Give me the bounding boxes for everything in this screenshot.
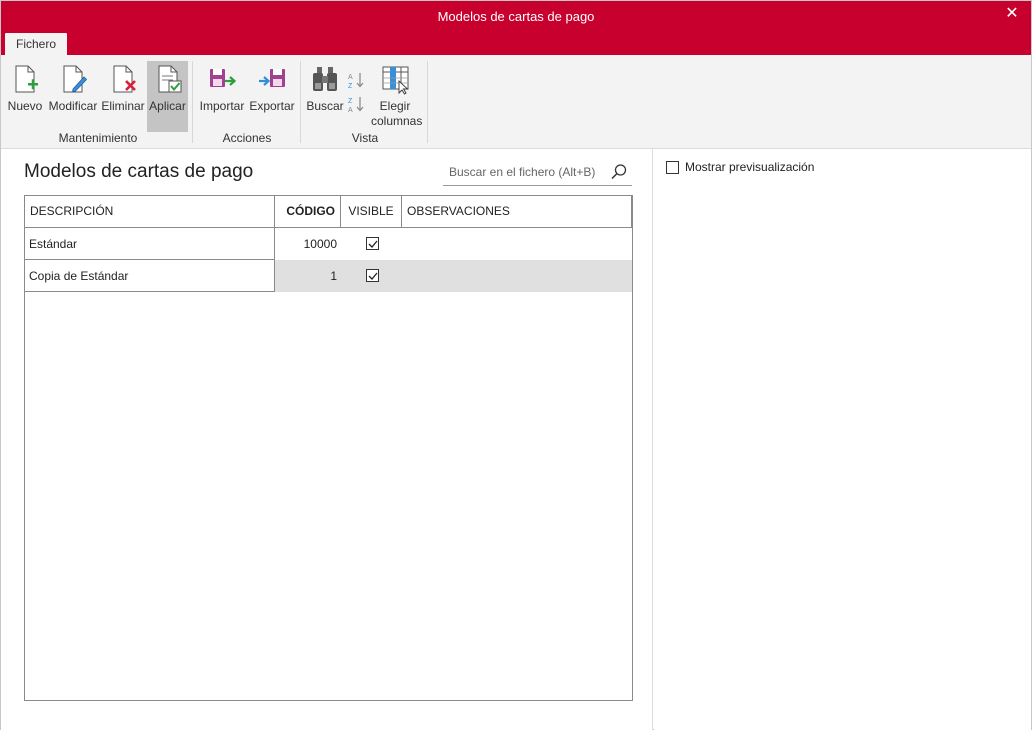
column-header-descripcion[interactable]: DESCRIPCIÓN	[25, 196, 275, 227]
buscar-label: Buscar	[306, 99, 344, 113]
elegir-columnas-button[interactable]: Elegir columnas	[371, 61, 423, 129]
check-icon	[368, 240, 378, 248]
eliminar-label: Eliminar	[101, 99, 145, 113]
preview-label[interactable]: Mostrar previsualización	[685, 160, 814, 174]
preview-panel: Mostrar previsualización	[654, 149, 1031, 730]
sort-descending-icon[interactable]: Z A	[347, 95, 365, 113]
visible-checkbox[interactable]	[366, 269, 379, 282]
apply-document-icon	[158, 65, 181, 93]
preview-checkbox[interactable]	[666, 161, 679, 174]
ribbon: Nuevo Modificar Eliminar Aplicar Manteni…	[1, 55, 1031, 149]
elegir-columnas-label-line1: Elegir	[379, 99, 411, 113]
binoculars-icon	[313, 67, 337, 91]
column-header-observaciones[interactable]: OBSERVACIONES	[402, 196, 632, 227]
page-title: Modelos de cartas de pago	[24, 161, 254, 182]
ribbon-group-acciones: Importar Exportar Acciones	[195, 59, 299, 147]
search-box	[443, 159, 632, 186]
table-row[interactable]: Copia de Estándar 1	[25, 260, 632, 292]
export-icon	[259, 69, 285, 87]
svg-text:Z: Z	[348, 98, 353, 105]
elegir-columnas-label: Elegir columnas	[371, 99, 423, 129]
import-icon	[210, 69, 237, 87]
title-bar: Modelos de cartas de pago ✕ Fichero	[1, 1, 1031, 55]
table-header: DESCRIPCIÓN CÓDIGO VISIBLE OBSERVACIONES	[25, 196, 632, 228]
ribbon-separator	[300, 61, 301, 143]
ribbon-separator	[192, 61, 193, 143]
sort-ascending-icon[interactable]: A Z	[347, 71, 365, 89]
elegir-columnas-label-line2: columnas	[371, 114, 423, 128]
modificar-label: Modificar	[48, 99, 98, 113]
new-document-icon	[15, 65, 38, 93]
search-input[interactable]	[449, 163, 604, 181]
cell-descripcion: Estándar	[29, 237, 78, 251]
column-header-codigo[interactable]: CÓDIGO	[275, 196, 341, 227]
exportar-button[interactable]: Exportar	[248, 61, 296, 129]
cell-codigo: 1	[330, 269, 337, 283]
exportar-label: Exportar	[249, 99, 295, 113]
importar-label: Importar	[199, 99, 245, 113]
svg-text:A: A	[348, 107, 353, 113]
column-header-visible[interactable]: VISIBLE	[341, 196, 402, 227]
app-window: Modelos de cartas de pago ✕ Fichero Nuev…	[0, 0, 1032, 730]
ribbon-separator	[427, 61, 428, 143]
group-label-vista: Vista	[351, 131, 379, 145]
cell-codigo: 10000	[303, 237, 337, 251]
eliminar-button[interactable]: Eliminar	[101, 61, 145, 129]
aplicar-button[interactable]: Aplicar	[147, 61, 188, 132]
list-panel: Modelos de cartas de pago DESCRIPCIÓN CÓ…	[1, 149, 653, 730]
cell-observaciones	[402, 228, 632, 260]
cell-descripcion: Copia de Estándar	[29, 269, 129, 283]
search-icon[interactable]	[610, 163, 628, 181]
window-title: Modelos de cartas de pago	[437, 9, 595, 24]
models-table: DESCRIPCIÓN CÓDIGO VISIBLE OBSERVACIONES…	[24, 195, 633, 701]
modificar-button[interactable]: Modificar	[46, 61, 100, 129]
delete-document-icon	[113, 65, 136, 93]
svg-text:Z: Z	[348, 83, 353, 89]
choose-columns-icon	[382, 66, 409, 95]
ribbon-group-mantenimiento: Nuevo Modificar Eliminar Aplicar Manteni…	[5, 59, 191, 147]
aplicar-label: Aplicar	[149, 99, 186, 113]
nuevo-button[interactable]: Nuevo	[5, 61, 45, 129]
edit-document-icon	[63, 65, 88, 93]
close-icon[interactable]: ✕	[1001, 4, 1023, 24]
group-label-acciones: Acciones	[222, 131, 272, 145]
buscar-button[interactable]: Buscar	[305, 61, 345, 129]
group-label-mantenimiento: Mantenimiento	[58, 131, 138, 145]
visible-checkbox[interactable]	[366, 237, 379, 250]
cell-observaciones	[402, 260, 632, 292]
check-icon	[368, 272, 378, 280]
svg-text:A: A	[348, 74, 353, 81]
importar-button[interactable]: Importar	[198, 61, 246, 129]
ribbon-group-vista: Buscar A Z Z A Elegir columnas Vista	[303, 59, 427, 147]
table-row[interactable]: Estándar 10000	[25, 228, 632, 260]
tab-fichero[interactable]: Fichero	[5, 33, 67, 55]
nuevo-label: Nuevo	[7, 99, 43, 113]
